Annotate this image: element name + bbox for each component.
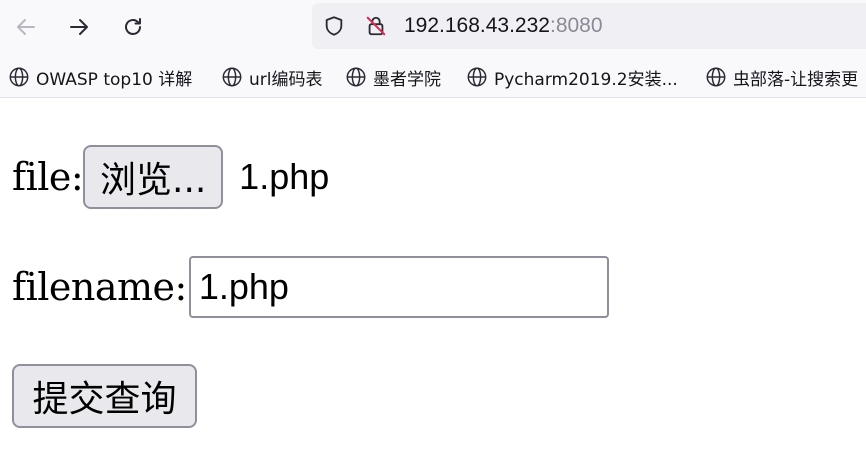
back-arrow-icon: [17, 19, 35, 35]
submit-button[interactable]: 提交查询: [12, 364, 197, 428]
file-label: file:: [12, 155, 84, 199]
shield-icon[interactable]: [322, 14, 346, 38]
forward-button[interactable]: [61, 10, 97, 44]
back-button[interactable]: [8, 10, 44, 44]
bookmark-chongbuluo[interactable]: 虫部落-让搜索更: [705, 56, 859, 97]
address-bar[interactable]: 192.168.43.232:8080: [312, 3, 866, 49]
url-text[interactable]: 192.168.43.232:8080: [404, 13, 603, 39]
reload-icon: [125, 18, 141, 35]
globe-icon: [9, 67, 29, 87]
submit-row: 提交查询: [12, 364, 197, 428]
bookmark-mozhe[interactable]: 墨者学院: [345, 56, 441, 97]
bookmark-label: 墨者学院: [373, 69, 441, 90]
globe-icon: [346, 67, 366, 87]
bookmarks-bar: OWASP top10 详解 url编码表 墨者学院 Pycharm2019.2…: [0, 56, 866, 98]
selected-file-name: 1.php: [239, 156, 330, 197]
browser-toolbar: 192.168.43.232:8080: [0, 0, 866, 56]
bookmark-label: OWASP top10 详解: [36, 69, 193, 90]
insecure-lock-icon[interactable]: [364, 14, 388, 38]
bookmark-label: Pycharm2019.2安装...: [494, 69, 678, 90]
bookmark-label: 虫部落-让搜索更: [733, 69, 859, 90]
browse-button[interactable]: 浏览...: [83, 145, 224, 209]
filename-input[interactable]: 1.php: [188, 256, 609, 318]
globe-icon: [706, 67, 726, 87]
bookmark-owasp[interactable]: OWASP top10 详解: [8, 56, 193, 97]
filename-row: filename: 1.php: [12, 256, 609, 318]
page-content: file: 浏览... 1.php filename: 1.php 提交查询: [0, 99, 866, 449]
globe-icon: [467, 67, 487, 87]
url-port: :8080: [549, 14, 603, 37]
bookmark-url-encoding[interactable]: url编码表: [221, 56, 323, 97]
filename-label: filename:: [12, 265, 187, 309]
bookmark-pycharm[interactable]: Pycharm2019.2安装...: [466, 56, 678, 97]
globe-icon: [222, 67, 242, 87]
forward-arrow-icon: [70, 19, 88, 35]
bookmark-label: url编码表: [249, 69, 323, 90]
file-row: file: 浏览... 1.php: [12, 145, 329, 209]
url-host: 192.168.43.232: [404, 14, 550, 37]
reload-button[interactable]: [115, 10, 151, 44]
